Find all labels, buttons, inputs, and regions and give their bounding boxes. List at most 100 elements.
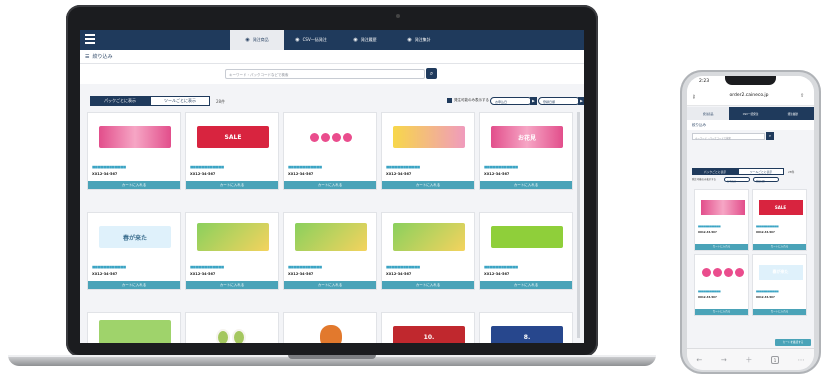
tab-3[interactable]: ◉ 発注集計 bbox=[392, 30, 446, 50]
tab-label: CSV一括発注 bbox=[302, 37, 327, 42]
banner-image bbox=[99, 320, 171, 343]
product-code: XX12-34-567 bbox=[698, 231, 717, 234]
laptop-screen: ◉ 発注商品 ◉ CSV一括発注 ◉ 発注履歴 ◉ 発注集計 ☰ 絞り込み キーワード・パック… bbox=[80, 30, 584, 343]
product-code: XX12-34-567 bbox=[92, 272, 118, 276]
add-to-cart-button[interactable]: カートに入れる bbox=[480, 281, 572, 289]
browser-address-bar[interactable]: ⚷ order2.caineco.jp ⇪ bbox=[687, 88, 814, 106]
view-toolbar: パックごとに表示 ツールごとに表示 28件 発注可能のみ表示する お申込日 ▶ 登… bbox=[80, 94, 584, 108]
tab-2[interactable]: ◉ 発注履歴 bbox=[338, 30, 392, 50]
phone-tab-pack-view[interactable]: パックごとに表示 bbox=[692, 168, 738, 175]
url-text[interactable]: order2.caineco.jp bbox=[709, 93, 789, 101]
phone-tab-0[interactable]: 発注商品 bbox=[687, 107, 730, 120]
view-cart-button[interactable]: カートを確認する bbox=[775, 339, 811, 346]
phone-tab-1[interactable]: CSV一括発注 bbox=[729, 107, 771, 120]
phone-sort-select-1[interactable]: お申込日 bbox=[724, 177, 750, 183]
tab-tool-view[interactable]: ツールごとに表示 bbox=[150, 96, 210, 106]
product-card[interactable]: ■■■■■■■■■■■■ XX12-34-567 カートに入れる bbox=[283, 212, 377, 290]
product-card[interactable]: ■■■■■■■■■■■■ XX12-34-567 カートに入れる bbox=[283, 112, 377, 190]
more-icon[interactable]: ⋯ bbox=[798, 356, 805, 364]
add-to-cart-button[interactable]: カートに入れる bbox=[186, 181, 278, 189]
product-card[interactable]: ■■■■■■■■■■■■ bbox=[185, 312, 279, 343]
product-name: ■■■■■■■■■■■■ bbox=[386, 265, 420, 269]
phone-tab-2[interactable]: 発注履歴 bbox=[772, 107, 814, 120]
fan-image bbox=[701, 267, 744, 277]
phone-notch bbox=[725, 76, 776, 85]
add-to-cart-button[interactable]: カートに入れる bbox=[382, 181, 474, 189]
phone-product-card[interactable]: ■■■■■■■■■■■■ XX12-34-567 カートに入れる bbox=[694, 254, 749, 316]
phone-product-card[interactable]: 春が来た ■■■■■■■■■■■■ XX12-34-567 カートに入れる bbox=[752, 254, 807, 316]
available-only-checkbox[interactable]: 発注可能のみ表示する bbox=[447, 98, 489, 103]
checkbox-icon bbox=[447, 98, 452, 103]
filter-bar[interactable]: ☰ 絞り込み bbox=[80, 50, 584, 64]
search-input[interactable]: キーワード・パックコードなどで検索 bbox=[225, 69, 425, 79]
product-card[interactable]: ■■■■■■■■■■■■ XX12-34-567 カートに入れる bbox=[185, 212, 279, 290]
product-card[interactable]: お花見 ■■■■■■■■■■■■ XX12-34-567 カートに入れる bbox=[479, 112, 573, 190]
sort-select-1[interactable]: お申込日 ▶ bbox=[490, 97, 537, 105]
add-to-cart-button[interactable]: カートに入れる bbox=[753, 309, 806, 315]
product-card[interactable]: ■■■■■■■■■■■■ bbox=[283, 312, 377, 343]
photo-banner-image bbox=[197, 223, 269, 251]
tab-label: 発注履歴 bbox=[360, 37, 377, 42]
forward-icon[interactable]: → bbox=[721, 356, 727, 364]
add-to-cart-button[interactable]: カートに入れる bbox=[695, 309, 748, 315]
phone-sort-select-2[interactable]: 登録日順 bbox=[753, 177, 779, 183]
product-name: ■■■■■■■■■■■■ bbox=[698, 225, 721, 228]
share-icon[interactable]: ⇪ bbox=[800, 93, 804, 99]
product-name: ■■■■■■■■■■■■ bbox=[92, 265, 126, 269]
order-icon: ◉ bbox=[245, 37, 250, 43]
search-icon[interactable]: ⌕ bbox=[426, 68, 437, 79]
add-to-cart-button[interactable]: カートに入れる bbox=[480, 181, 572, 189]
product-name: ■■■■■■■■■■■■ bbox=[756, 290, 779, 293]
product-card[interactable]: SALE ■■■■■■■■■■■■ XX12-34-567 カートに入れる bbox=[185, 112, 279, 190]
product-card[interactable]: ■■■■■■■■■■■■ XX12-34-567 カートに入れる bbox=[381, 212, 475, 290]
phone-frame: 2:23 ⚷ order2.caineco.jp ⇪ 発注商品 CSV一括発注 発注… bbox=[680, 70, 821, 374]
product-name: ■■■■■■■■■■■■ bbox=[92, 165, 126, 169]
phone-result-count: 28件 bbox=[788, 170, 795, 174]
add-to-cart-button[interactable]: カートに入れる bbox=[186, 281, 278, 289]
filter-label: 絞り込み bbox=[92, 54, 113, 60]
phone-search-input[interactable]: キーワード・パックコードで検索 bbox=[692, 133, 765, 140]
add-to-cart-button[interactable]: カートに入れる bbox=[284, 181, 376, 189]
tabs-icon[interactable]: 1 bbox=[770, 355, 779, 364]
tab-pack-view[interactable]: パックごとに表示 bbox=[90, 96, 150, 106]
add-to-cart-button[interactable]: カートに入れる bbox=[382, 281, 474, 289]
banner-image: 10. bbox=[393, 326, 465, 343]
product-image bbox=[698, 258, 747, 286]
product-code: XX12-34-567 bbox=[386, 172, 412, 176]
product-name: ■■■■■■■■■■■■ bbox=[288, 265, 322, 269]
search-icon[interactable]: ⌕ bbox=[766, 132, 774, 140]
hamburger-menu-icon[interactable] bbox=[85, 34, 95, 44]
add-to-cart-button[interactable]: カートに入れる bbox=[88, 281, 180, 289]
tab-0[interactable]: ◉ 発注商品 bbox=[230, 30, 284, 50]
product-card[interactable]: 8.■■■■■■■■■■■■ bbox=[479, 312, 573, 343]
product-image: SALE bbox=[756, 193, 805, 221]
add-to-cart-button[interactable]: カートに入れる bbox=[88, 181, 180, 189]
add-to-cart-button[interactable]: カートに入れる bbox=[753, 244, 806, 250]
phone-product-card[interactable]: ■■■■■■■■■■■■ XX12-34-567 カートに入れる bbox=[694, 189, 749, 251]
product-image bbox=[698, 193, 747, 221]
back-icon[interactable]: ← bbox=[696, 356, 702, 364]
product-card[interactable]: ■■■■■■■■■■■■ XX12-34-567 カートに入れる bbox=[381, 112, 475, 190]
phone-product-card[interactable]: SALE ■■■■■■■■■■■■ XX12-34-567 カートに入れる bbox=[752, 189, 807, 251]
add-to-cart-button[interactable]: カートに入れる bbox=[284, 281, 376, 289]
add-tab-icon[interactable]: ＋ bbox=[745, 355, 752, 365]
product-card[interactable]: ■■■■■■■■■■■■ bbox=[87, 312, 181, 343]
history-icon: ◉ bbox=[353, 37, 358, 43]
product-image: 10. bbox=[386, 317, 472, 343]
product-card[interactable]: ■■■■■■■■■■■■ XX12-34-567 カートに入れる bbox=[479, 212, 573, 290]
product-card[interactable]: 10.■■■■■■■■■■■■ bbox=[381, 312, 475, 343]
phone-available-only-checkbox[interactable]: 発注可能のみ表示する bbox=[692, 177, 716, 181]
product-image: 8. bbox=[484, 317, 570, 343]
sort-select-2[interactable]: 登録日順 ▶ bbox=[538, 97, 584, 105]
banner-image bbox=[99, 126, 171, 148]
phone-tab-tool-view[interactable]: ツールごとに表示 bbox=[738, 168, 784, 175]
product-code: XX12-34-567 bbox=[698, 296, 717, 299]
add-to-cart-button[interactable]: カートに入れる bbox=[695, 244, 748, 250]
product-card[interactable]: ■■■■■■■■■■■■ XX12-34-567 カートに入れる bbox=[87, 112, 181, 190]
scrollbar[interactable] bbox=[577, 112, 580, 338]
product-image bbox=[484, 217, 570, 257]
tab-1[interactable]: ◉ CSV一括発注 bbox=[284, 30, 338, 50]
product-name: ■■■■■■■■■■■■ bbox=[190, 265, 224, 269]
phone-filter-label[interactable]: 絞り込み bbox=[687, 120, 814, 130]
product-card[interactable]: 春が来た ■■■■■■■■■■■■ XX12-34-567 カートに入れる bbox=[87, 212, 181, 290]
